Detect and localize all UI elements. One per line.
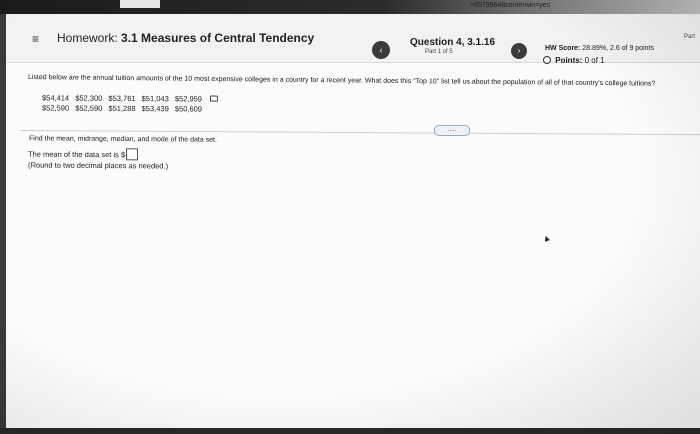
- instruction-text: Find the mean, midrange, median, and mod…: [28, 135, 217, 144]
- data-row-1: $54,414 $52,300 $53,761 $51,043 $52,959: [42, 93, 222, 103]
- hw-score: HW Score: 28.89%, 2.6 of 9 points: [545, 45, 654, 52]
- data-value: $52,300: [75, 93, 103, 103]
- homework-title: Homework: 3.1 Measures of Central Tenden…: [57, 31, 314, 45]
- data-value: $52,959: [174, 94, 203, 104]
- hw-score-value: 28.89%, 2.6 of 9 points: [582, 45, 654, 52]
- expand-more-button[interactable]: .....: [434, 125, 470, 136]
- homework-name: 3.1 Measures of Central Tendency: [121, 31, 315, 45]
- data-value: $51,043: [141, 94, 169, 104]
- progress-circle-icon: [543, 56, 551, 64]
- browser-top-strip: =65799648centerwin=yes: [0, 0, 700, 14]
- problem-prompt: Listed below are the annual tuition amou…: [27, 74, 656, 88]
- data-row-2: $52,590 $52,590 $51,288 $53,439 $50,609: [42, 103, 206, 113]
- chevron-right-icon: ›: [517, 46, 521, 55]
- url-fragment: =65799648centerwin=yes: [470, 2, 551, 9]
- next-question-button[interactable]: ›: [511, 43, 527, 59]
- answer-line: The mean of the data set is $: [27, 148, 139, 161]
- answer-prefix: The mean of the data set is $: [27, 149, 126, 160]
- question-label: Question 4, 3.1.16: [410, 37, 496, 48]
- right-edge-fragment: Part: [684, 34, 696, 40]
- screen-bottom-bezel: [0, 428, 700, 434]
- points: Points: 0 of 1: [543, 56, 605, 65]
- chevron-left-icon: ‹: [379, 45, 383, 55]
- browser-tab-fragment[interactable]: [120, 0, 160, 8]
- data-value: $50,609: [174, 104, 203, 114]
- data-value: $53,439: [141, 104, 169, 114]
- points-label: Points:: [555, 56, 583, 65]
- data-value: $53,761: [108, 93, 136, 104]
- homework-prefix: Homework:: [57, 31, 118, 45]
- hw-score-label: HW Score:: [545, 45, 581, 52]
- mouse-cursor-icon: ▲: [540, 231, 553, 245]
- previous-question-button[interactable]: ‹: [372, 41, 390, 59]
- data-value: $51,288: [108, 103, 136, 114]
- homework-header: ≡ Homework: 3.1 Measures of Central Tend…: [6, 14, 700, 65]
- copy-data-icon[interactable]: [210, 95, 219, 102]
- round-note: (Round to two decimal places as needed.): [27, 160, 169, 171]
- page-screen: ≡ Homework: 3.1 Measures of Central Tend…: [6, 14, 700, 428]
- data-value: $52,590: [41, 103, 70, 113]
- data-value: $54,414: [41, 93, 70, 103]
- mean-answer-input[interactable]: [126, 148, 139, 161]
- points-value: 0 of 1: [584, 56, 605, 65]
- data-value: $52,590: [75, 103, 103, 113]
- question-part-label: Part 1 of 5: [425, 49, 453, 55]
- hamburger-icon[interactable]: ≡: [32, 32, 39, 46]
- section-divider: [19, 130, 700, 136]
